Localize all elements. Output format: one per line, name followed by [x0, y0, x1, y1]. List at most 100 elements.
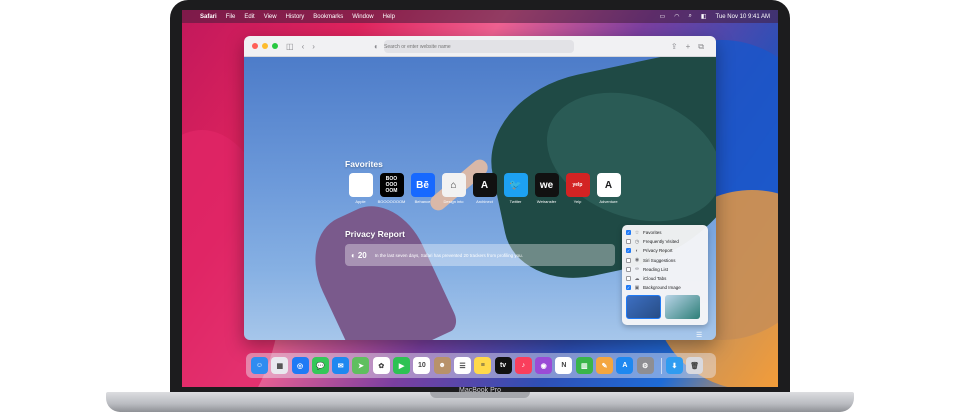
favorite-item[interactable]: yelp Yelp: [562, 173, 593, 204]
share-icon[interactable]: ⇪: [671, 42, 678, 51]
dock-app-icon[interactable]: ◎: [291, 357, 309, 374]
dock-app-icon[interactable]: tv: [494, 357, 512, 374]
dock-app-icon[interactable]: ☺: [251, 357, 268, 374]
dock-app-icon[interactable]: ✿: [372, 357, 390, 374]
menu-bookmarks[interactable]: Bookmarks: [313, 14, 343, 20]
sidebar-icon[interactable]: ◫: [286, 42, 294, 51]
zoom-window-button[interactable]: [272, 43, 278, 49]
dock-app-icon[interactable]: ▦: [271, 357, 289, 374]
option-label: Reading List: [643, 266, 669, 272]
favorite-icon: A: [472, 173, 497, 197]
dock-app-icon[interactable]: ⚙: [636, 357, 654, 374]
favorite-icon: 🐦: [503, 173, 528, 197]
control-center-icon[interactable]: ◧: [701, 13, 707, 20]
checkbox[interactable]: [626, 257, 631, 263]
favorite-label: Yelp: [573, 199, 582, 204]
dock-app-icon[interactable]: N: [555, 357, 573, 374]
favorite-label: BOOOOOOOM: [377, 199, 406, 204]
forward-icon[interactable]: ›: [312, 42, 315, 51]
favorite-item[interactable]: we Wetransfer: [531, 173, 562, 204]
customize-option[interactable]: ✓ ☆ Favorites: [626, 228, 704, 237]
minimize-window-button[interactable]: [262, 43, 268, 49]
favorite-item[interactable]: ⌂ Design into: [438, 173, 469, 204]
dock-app-icon[interactable]: ✉: [332, 357, 350, 374]
menu-edit[interactable]: Edit: [244, 14, 254, 20]
favorites-title: Favorites: [345, 159, 383, 169]
dock-app-icon[interactable]: ◉: [535, 357, 553, 374]
checkbox[interactable]: [626, 239, 631, 245]
background-thumbnail[interactable]: [665, 295, 700, 320]
dock-app-icon[interactable]: A: [616, 357, 634, 374]
favorite-item[interactable]: A Adventure: [593, 173, 624, 204]
menu-view[interactable]: View: [264, 14, 277, 20]
dock-app-icon[interactable]: 💬: [311, 357, 329, 374]
menu-app-name[interactable]: Safari: [200, 14, 217, 20]
start-page: Favorites Apple BOO OOO OOM BOOOOOOOM Bē Beh…: [244, 57, 716, 340]
dock-app-icon[interactable]: ♪: [514, 357, 532, 374]
menu-history[interactable]: History: [286, 14, 305, 20]
option-icon: ◉: [634, 257, 640, 264]
favorite-icon: BOO OOO OOM: [379, 173, 404, 197]
customize-option[interactable]: ✓ ▣ Background Image: [626, 283, 704, 292]
dock-app-icon[interactable]: ≡: [474, 357, 492, 374]
dock-app-icon[interactable]: ☰: [453, 357, 471, 374]
customize-option[interactable]: ☁ iCloud Tabs: [626, 274, 704, 283]
tracker-count: 20: [357, 250, 367, 260]
background-thumbnail[interactable]: [626, 295, 662, 320]
favorite-item[interactable]: Bē Behance: [407, 173, 438, 204]
menu-extras: ▭ ◠ ⌕ ◧ Tue Nov 10 9:41 AM: [651, 13, 770, 20]
dock-app-icon[interactable]: 10: [413, 357, 431, 374]
dock-app-icon[interactable]: ▥: [575, 357, 593, 374]
menu-file[interactable]: File: [226, 14, 236, 20]
customize-settings-icon[interactable]: ☰: [696, 331, 702, 339]
customize-option[interactable]: ◉ Siri Suggestions: [626, 256, 704, 265]
search-icon[interactable]: ⌕: [688, 13, 691, 20]
checkbox[interactable]: ✓: [626, 230, 631, 236]
dock-app-icon[interactable]: ➤: [352, 357, 370, 374]
checkbox[interactable]: [626, 276, 631, 282]
tab-overview-icon[interactable]: ⧉: [698, 42, 704, 52]
favorite-icon: ⌂: [441, 173, 466, 197]
close-window-button[interactable]: [252, 43, 258, 49]
screen-icon[interactable]: ▭: [660, 13, 666, 20]
privacy-report-card[interactable]: ◐ 20 In the last seven days, Safari has …: [345, 244, 615, 266]
option-label: Siri Suggestions: [643, 257, 676, 263]
option-icon: ☆: [634, 229, 640, 236]
new-tab-icon[interactable]: +: [686, 42, 691, 51]
dock-app-icon[interactable]: 🗑: [686, 357, 704, 374]
checkbox[interactable]: ✓: [626, 285, 631, 291]
checkbox[interactable]: ✓: [626, 248, 631, 254]
option-icon: ◷: [634, 238, 640, 245]
option-icon: ☁: [634, 275, 640, 282]
favorite-icon: Bē: [410, 173, 435, 197]
customize-start-page-popover: ✓ ☆ Favorites ◷ Frequently Visited ✓ ◐ Privacy …: [622, 225, 708, 325]
privacy-report-title: Privacy Report: [345, 229, 405, 239]
dock-app-icon[interactable]: ☻: [433, 357, 451, 374]
checkbox[interactable]: [626, 266, 631, 272]
customize-option[interactable]: ✓ ◐ Privacy Report: [626, 246, 704, 255]
customize-option[interactable]: ∞ Reading List: [626, 265, 704, 274]
option-label: Frequently Visited: [643, 239, 679, 245]
dock-app-icon[interactable]: ▶: [393, 357, 411, 374]
dock-app-icon[interactable]: ✎: [596, 357, 614, 374]
favorite-label: Twitter: [509, 199, 522, 204]
customize-option[interactable]: ◷ Frequently Visited: [626, 237, 704, 246]
menu-help[interactable]: Help: [383, 14, 395, 20]
option-label: Background Image: [643, 285, 681, 291]
favorite-item[interactable]: BOO OOO OOM BOOOOOOOM: [376, 173, 407, 204]
favorite-item[interactable]: 🐦 Twitter: [500, 173, 531, 204]
privacy-shield-icon[interactable]: ◐: [374, 42, 379, 51]
favorite-item[interactable]: A Archinect: [469, 173, 500, 204]
option-icon: ◐: [635, 247, 639, 254]
back-icon[interactable]: ‹: [302, 42, 305, 51]
address-bar[interactable]: [384, 40, 574, 53]
toolbar-actions: ⇪ + ⧉: [667, 36, 708, 57]
dock-separator: [660, 357, 662, 374]
wifi-icon[interactable]: ◠: [674, 13, 679, 20]
menu-window[interactable]: Window: [352, 14, 373, 20]
favorite-item[interactable]: Apple: [345, 173, 376, 204]
menu-clock[interactable]: Tue Nov 10 9:41 AM: [716, 14, 770, 20]
dock-app-icon[interactable]: ⬇: [665, 357, 683, 374]
safari-window: ◫ ‹ › ◐ ⇪ + ⧉ Favorites Apple BOO OOO OOM…: [244, 36, 716, 340]
background-thumbnails: [626, 295, 704, 320]
